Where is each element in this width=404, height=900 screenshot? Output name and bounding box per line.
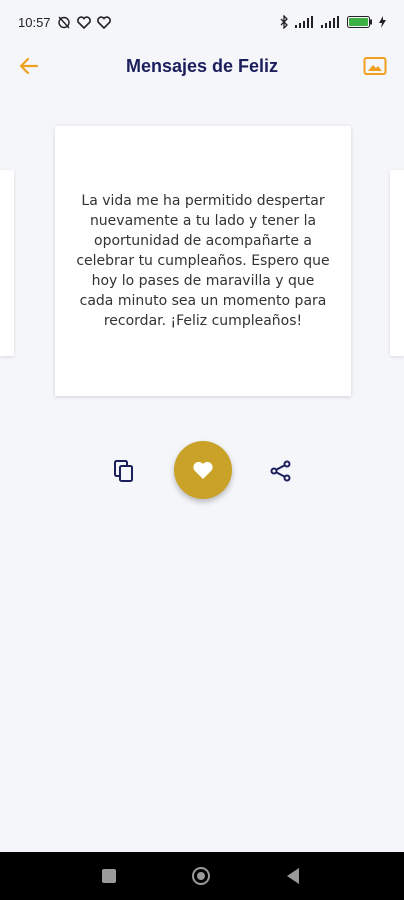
bluetooth-icon bbox=[280, 15, 289, 29]
status-time: 10:57 bbox=[18, 14, 51, 30]
status-right bbox=[280, 15, 386, 29]
favorite-button[interactable] bbox=[174, 441, 232, 499]
home-icon bbox=[192, 867, 210, 885]
page-title: Mensajes de Feliz bbox=[125, 55, 279, 76]
copy-button[interactable] bbox=[109, 456, 139, 486]
previous-card-peek[interactable] bbox=[0, 170, 14, 356]
status-left: 10:57 bbox=[18, 15, 111, 30]
heart-outline-icon bbox=[96, 15, 111, 29]
image-button[interactable] bbox=[360, 51, 390, 81]
heart-icon bbox=[193, 461, 213, 479]
recents-icon bbox=[102, 869, 116, 883]
share-icon bbox=[270, 460, 291, 482]
app-bar: Mensajes de Feliz bbox=[0, 44, 404, 88]
arrow-left-icon bbox=[19, 57, 39, 75]
action-bar bbox=[0, 440, 404, 500]
back-button[interactable] bbox=[14, 51, 44, 81]
message-card: La vida me ha permitido despertar nuevam… bbox=[55, 126, 351, 396]
signal-icon bbox=[295, 16, 315, 28]
status-bar: 10:57 bbox=[0, 0, 404, 44]
back-icon bbox=[287, 868, 299, 884]
signal-icon bbox=[321, 16, 341, 28]
next-card-peek[interactable] bbox=[390, 170, 404, 356]
alarm-off-icon bbox=[57, 15, 71, 29]
heart-outline-icon bbox=[76, 15, 91, 29]
message-text: La vida me ha permitido despertar nuevam… bbox=[76, 193, 330, 329]
system-nav-bar bbox=[0, 852, 404, 900]
home-button[interactable] bbox=[191, 866, 211, 886]
charging-icon bbox=[379, 16, 386, 28]
battery-icon bbox=[347, 16, 373, 28]
nav-back-button[interactable] bbox=[283, 866, 303, 886]
recents-button[interactable] bbox=[99, 866, 119, 886]
image-icon bbox=[363, 57, 387, 75]
copy-icon bbox=[114, 460, 133, 482]
share-button[interactable] bbox=[266, 456, 296, 486]
